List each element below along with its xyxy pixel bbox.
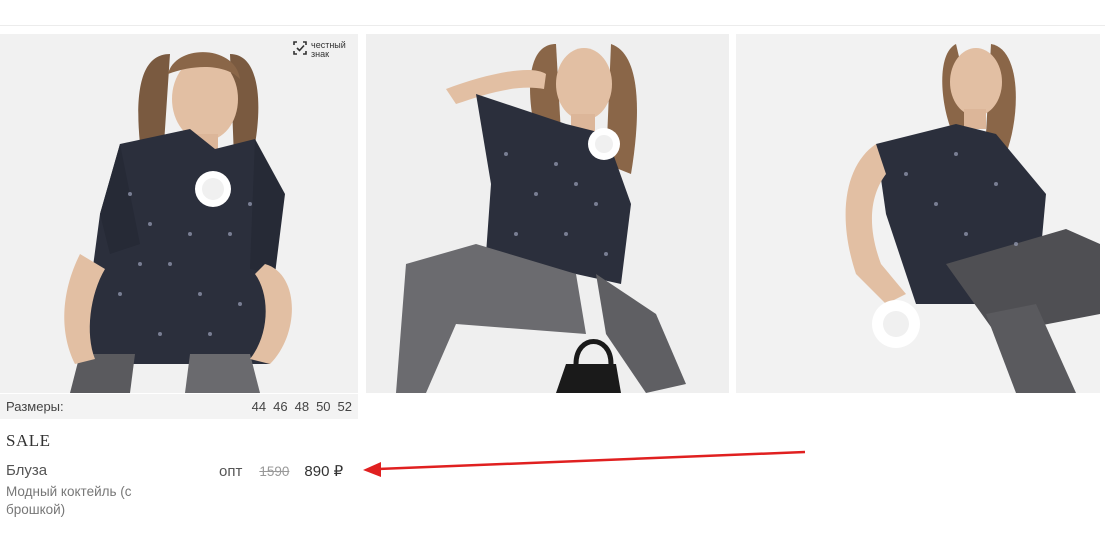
size-option[interactable]: 48 <box>295 399 309 414</box>
size-option[interactable]: 50 <box>316 399 330 414</box>
sizes-list: 44 46 48 50 52 <box>252 399 352 414</box>
sizes-label: Размеры: <box>6 399 64 414</box>
product-description[interactable]: Модный коктейль (с брошкой) <box>6 483 166 519</box>
product-photo-1[interactable] <box>0 34 358 393</box>
model-photo-front-image <box>0 34 358 393</box>
product-photo-3[interactable] <box>736 34 1100 393</box>
chestny-znak-badge: честный знак <box>293 41 357 59</box>
top-divider <box>0 25 1105 26</box>
model-photo-seated-image <box>366 34 729 393</box>
product-name[interactable]: Блуза <box>6 462 47 479</box>
product-photo-2[interactable] <box>366 34 729 393</box>
wholesale-label: опт <box>219 463 243 480</box>
price-row: опт 1590 890 ₽ <box>219 462 343 480</box>
size-option[interactable]: 46 <box>273 399 287 414</box>
chz-mark-icon <box>293 41 307 55</box>
size-option[interactable]: 52 <box>338 399 352 414</box>
sizes-bar: Размеры: 44 46 48 50 52 <box>0 394 358 419</box>
sale-label: SALE <box>6 431 51 450</box>
model-photo-side-image <box>736 34 1100 393</box>
size-option[interactable]: 44 <box>252 399 266 414</box>
old-price: 1590 <box>259 464 290 479</box>
badge-line-2: знак <box>311 49 330 59</box>
current-price: 890 ₽ <box>304 463 344 480</box>
